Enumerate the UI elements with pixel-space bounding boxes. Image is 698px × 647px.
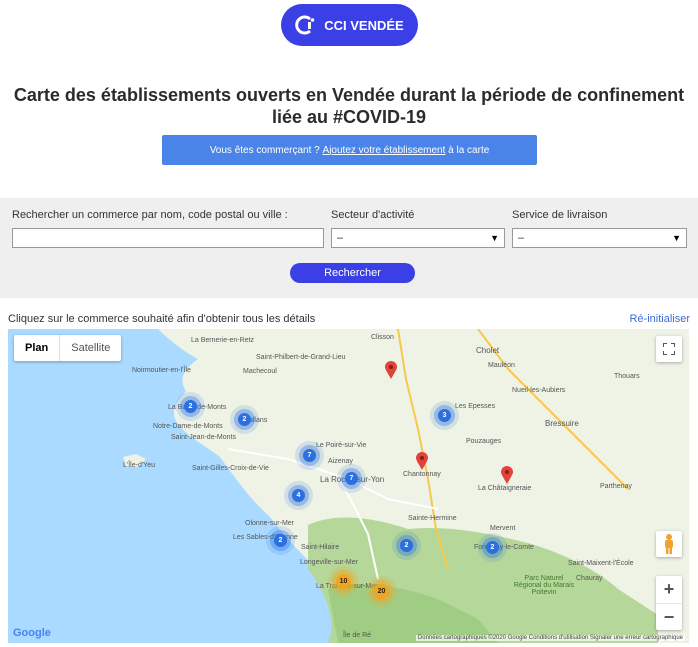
map-hint: Cliquez sur le commerce souhaité afin d'… xyxy=(8,313,316,325)
google-logo: Google xyxy=(13,627,51,639)
place-label: Saint-Maixent-l'École xyxy=(568,560,634,567)
park-label: Parc Naturel Régional du Marais Poitevin xyxy=(513,575,575,596)
place-label: Sainte-Hermine xyxy=(408,515,457,522)
delivery-select[interactable]: – ▼ xyxy=(512,228,687,248)
marker-cluster[interactable]: 2 xyxy=(238,413,251,426)
delivery-select-value: – xyxy=(518,232,525,244)
cci-logo-icon xyxy=(295,15,315,35)
place-label: Saint-Gilles-Croix-de-Vie xyxy=(192,465,269,472)
place-label: La Châtaigneraie xyxy=(478,485,532,492)
brand-name: CCI VENDÉE xyxy=(324,17,404,33)
zoom-in-button[interactable]: + xyxy=(656,576,682,604)
place-label: Les Epesses xyxy=(455,403,496,410)
place-label: Cholet xyxy=(476,346,500,355)
search-panel: Rechercher un commerce par nom, code pos… xyxy=(0,198,698,298)
add-establishment-link[interactable]: Ajoutez votre établissement xyxy=(323,145,446,156)
place-label: Aizenay xyxy=(328,458,353,465)
fullscreen-icon xyxy=(663,343,675,355)
place-label: Le Poiré-sur-Vie xyxy=(316,442,367,449)
marker-cluster[interactable]: 2 xyxy=(400,539,413,552)
place-label: Thouars xyxy=(614,373,640,380)
place-label: Olonne-sur-Mer xyxy=(245,520,295,527)
map[interactable]: Plan Satellite + − La Bernerie-en-Retz S… xyxy=(8,329,689,643)
marker-cluster-large[interactable]: 10 xyxy=(336,574,351,589)
marker-cluster-large[interactable]: 20 xyxy=(374,584,389,599)
place-label: Nueil-les-Aubiers xyxy=(512,387,566,394)
place-label: La Barre-de-Monts xyxy=(168,404,227,411)
place-label: Machecoul xyxy=(243,368,277,375)
place-label: Saint-Hilaire xyxy=(301,544,340,551)
place-label: Notre-Dame-de-Monts xyxy=(153,423,223,430)
marker-cluster[interactable]: 2 xyxy=(184,400,197,413)
place-label: La Bernerie-en-Retz xyxy=(191,337,255,344)
name-search-label: Rechercher un commerce par nom, code pos… xyxy=(12,209,288,221)
map-pin-icon[interactable] xyxy=(501,466,513,484)
map-background xyxy=(8,329,689,643)
sector-label: Secteur d'activité xyxy=(331,209,415,221)
place-label: Clisson xyxy=(371,334,394,341)
place-label: Saint-Philbert-de-Grand-Lieu xyxy=(256,354,346,361)
cci-vendee-logo[interactable]: CCI VENDÉE xyxy=(281,4,418,46)
marker-cluster[interactable]: 2 xyxy=(274,534,287,547)
place-label: Mervent xyxy=(490,525,516,532)
map-type-control: Plan Satellite xyxy=(14,335,122,361)
cta-text-after: à la carte xyxy=(445,144,490,156)
place-label: Noirmoutier-en-l'Île xyxy=(132,367,191,374)
reset-link[interactable]: Ré-initialiser xyxy=(629,313,690,325)
search-button[interactable]: Rechercher xyxy=(290,263,415,283)
place-label: Île de Ré xyxy=(343,632,372,639)
fullscreen-button[interactable] xyxy=(656,336,682,362)
map-pin-icon[interactable] xyxy=(416,452,428,470)
marker-cluster[interactable]: 7 xyxy=(345,472,358,485)
page-title: Carte des établissements ouverts en Vend… xyxy=(13,85,685,127)
delivery-label: Service de livraison xyxy=(512,209,608,221)
place-label: Bressuire xyxy=(545,419,579,428)
zoom-control: + − xyxy=(656,576,682,630)
place-label: Fontenay-le-Comte xyxy=(474,544,534,551)
place-label: Saint-Jean-de-Monts xyxy=(171,434,236,441)
place-label: L'Île-d'Yeu xyxy=(123,462,155,469)
map-pin-icon[interactable] xyxy=(385,361,397,379)
marker-cluster[interactable]: 4 xyxy=(292,489,305,502)
sector-select-value: – xyxy=(337,232,344,244)
chevron-down-icon: ▼ xyxy=(490,233,499,243)
place-label: Longeville-sur-Mer xyxy=(300,559,358,566)
place-label: Chantonnay xyxy=(403,471,441,478)
place-label: Mauléon xyxy=(488,362,515,369)
place-label: Chauray xyxy=(576,575,603,582)
map-attribution[interactable]: Données cartographiques ©2020 Google Con… xyxy=(415,635,685,641)
chevron-down-icon: ▼ xyxy=(672,233,681,243)
place-label: Pouzauges xyxy=(466,438,502,445)
pegman-icon xyxy=(665,534,673,554)
zoom-out-button[interactable]: − xyxy=(656,604,682,631)
map-type-plan[interactable]: Plan xyxy=(14,335,61,361)
google-logo-text: Google xyxy=(13,627,51,639)
street-view-pegman[interactable] xyxy=(656,531,682,557)
marker-cluster[interactable]: 2 xyxy=(486,541,499,554)
name-search-input[interactable] xyxy=(12,228,324,248)
marker-cluster[interactable]: 3 xyxy=(438,409,451,422)
cta-text-before: Vous êtes commerçant ? xyxy=(209,144,323,156)
sector-select[interactable]: – ▼ xyxy=(331,228,505,248)
marker-cluster[interactable]: 7 xyxy=(303,449,316,462)
place-label: Les Sables-d'Olonne xyxy=(233,534,298,541)
map-type-satellite[interactable]: Satellite xyxy=(60,335,121,361)
add-establishment-banner: Vous êtes commerçant ? Ajoutez votre éta… xyxy=(162,135,537,165)
place-label: Parthenay xyxy=(600,483,632,490)
